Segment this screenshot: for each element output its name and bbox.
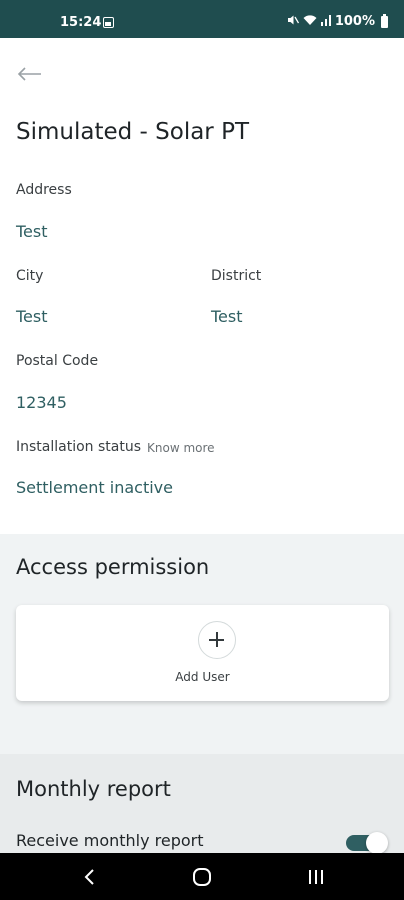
add-user-button[interactable]: Add User xyxy=(16,605,389,701)
back-nav-icon xyxy=(84,869,94,885)
know-more-link[interactable]: Know more xyxy=(147,441,215,455)
battery-text: 100% xyxy=(334,14,375,29)
district-label: District xyxy=(211,268,262,284)
arrow-left-icon xyxy=(17,67,41,81)
add-user-label: Add User xyxy=(175,670,230,684)
navigation-bar xyxy=(0,853,404,900)
battery-icon xyxy=(381,13,388,28)
receive-monthly-report-label: Receive monthly report xyxy=(16,831,204,850)
nav-back-button[interactable] xyxy=(70,863,110,891)
image-icon xyxy=(103,17,114,28)
status-icons: 100% xyxy=(287,13,388,29)
status-time: 15:24 xyxy=(60,15,102,30)
plus-icon xyxy=(198,621,236,659)
installation-status-label: Installation status xyxy=(16,439,142,455)
status-bar: 15:24 100% xyxy=(0,0,404,38)
address-value: Test xyxy=(16,222,48,241)
home-nav-icon xyxy=(193,868,211,886)
district-value: Test xyxy=(211,307,243,326)
city-value: Test xyxy=(16,307,48,326)
address-label: Address xyxy=(16,182,72,198)
page-title: Simulated - Solar PT xyxy=(16,119,249,145)
monthly-report-toggle[interactable] xyxy=(346,832,389,854)
nav-recents-button[interactable] xyxy=(296,863,336,891)
signal-icon xyxy=(320,14,331,29)
installation-status-value: Settlement inactive xyxy=(16,478,173,497)
postal-code-value: 12345 xyxy=(16,393,67,412)
wifi-icon xyxy=(303,14,317,29)
city-label: City xyxy=(16,268,44,284)
recents-nav-icon xyxy=(309,870,323,884)
back-button[interactable] xyxy=(16,62,46,88)
access-permission-title: Access permission xyxy=(16,555,210,579)
postal-code-label: Postal Code xyxy=(16,353,99,369)
nav-home-button[interactable] xyxy=(182,863,222,891)
mute-icon xyxy=(287,14,299,29)
monthly-report-title: Monthly report xyxy=(16,777,171,801)
toggle-knob xyxy=(366,832,388,854)
